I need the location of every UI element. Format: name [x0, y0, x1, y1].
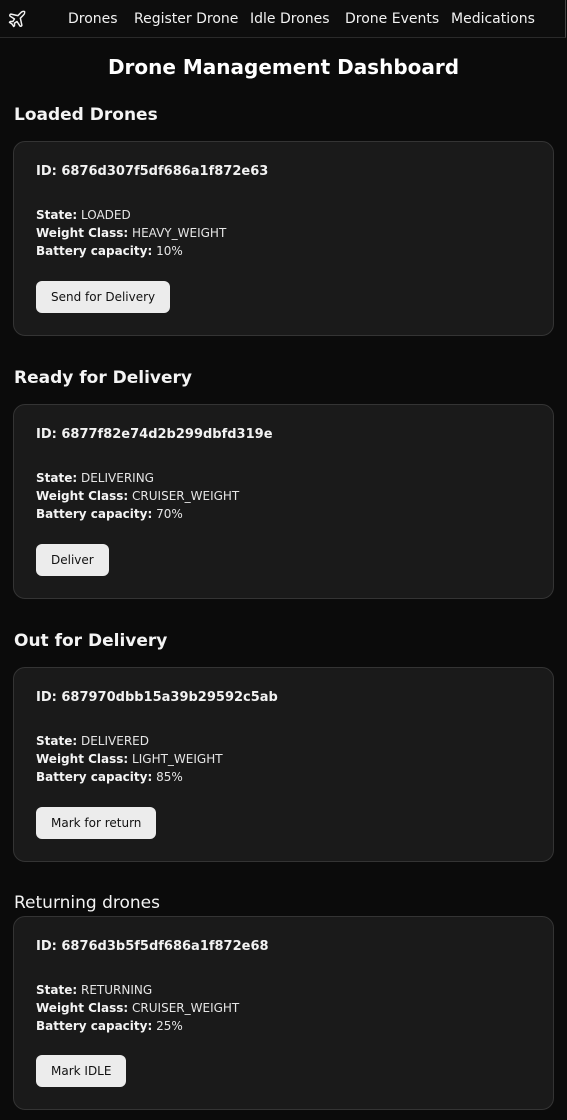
drone-battery-label: Battery capacity:: [36, 507, 153, 521]
drone-weight-class: Weight Class: HEAVY_WEIGHT: [36, 225, 226, 241]
drone-battery-value: 70%: [156, 507, 183, 521]
section-title-ready-for-delivery: Ready for Delivery: [14, 368, 193, 388]
drone-card: ID: 6876d3b5f5df686a1f872e68 State: RETU…: [13, 916, 554, 1110]
drone-weight-label: Weight Class:: [36, 752, 129, 766]
drone-id: ID: 687970dbb15a39b29592c5ab: [36, 690, 278, 706]
drone-battery-value: 85%: [156, 770, 183, 784]
drone-id: ID: 6876d3b5f5df686a1f872e68: [36, 939, 269, 955]
drone-weight-label: Weight Class:: [36, 489, 129, 503]
drone-state-value: DELIVERED: [80, 734, 149, 748]
drone-id-label: ID:: [36, 690, 57, 705]
nav-link-medications[interactable]: Medications: [451, 10, 535, 28]
drone-state: State: RETURNING: [36, 982, 152, 998]
drone-card: ID: 6876d307f5df686a1f872e63 State: LOAD…: [13, 141, 554, 336]
drone-state-label: State:: [36, 983, 78, 997]
drone-weight-value: CRUISER_WEIGHT: [132, 1001, 240, 1015]
drone-card: ID: 687970dbb15a39b29592c5ab State: DELI…: [13, 667, 554, 862]
drone-battery-value: 10%: [156, 244, 183, 258]
page-title: Drone Management Dashboard: [107, 55, 460, 79]
drone-battery: Battery capacity: 25%: [36, 1018, 183, 1034]
send-for-delivery-button[interactable]: Send for Delivery: [36, 281, 171, 313]
drone-weight-class: Weight Class: CRUISER_WEIGHT: [36, 488, 239, 504]
mark-for-return-button[interactable]: Mark for return: [36, 807, 157, 839]
drone-weight-label: Weight Class:: [36, 1001, 129, 1015]
section-title-out-for-delivery: Out for Delivery: [14, 631, 168, 651]
nav-link-drone-events[interactable]: Drone Events: [345, 10, 439, 28]
drone-id-value: 6877f82e74d2b299dbfd319e: [61, 427, 273, 442]
airplane-icon[interactable]: [7, 9, 27, 29]
drone-weight-value: CRUISER_WEIGHT: [132, 489, 240, 503]
drone-battery-label: Battery capacity:: [36, 770, 153, 784]
deliver-button[interactable]: Deliver: [36, 544, 109, 576]
drone-card: ID: 6877f82e74d2b299dbfd319e State: DELI…: [13, 404, 554, 599]
nav-link-drones[interactable]: Drones: [68, 10, 118, 28]
drone-battery-value: 25%: [156, 1019, 183, 1033]
drone-state-value: DELIVERING: [80, 471, 154, 485]
drone-state-value: RETURNING: [80, 983, 153, 997]
drone-state-label: State:: [36, 734, 78, 748]
section-title-loaded-drones: Loaded Drones: [14, 105, 158, 125]
drone-id-label: ID:: [36, 939, 57, 954]
drone-id-label: ID:: [36, 164, 57, 179]
drone-id: ID: 6876d307f5df686a1f872e63: [36, 164, 268, 180]
drone-state: State: LOADED: [36, 207, 131, 223]
drone-state: State: DELIVERED: [36, 733, 149, 749]
drone-battery: Battery capacity: 70%: [36, 506, 183, 522]
section-title-returning-drones: Returning drones: [14, 893, 161, 913]
drone-id: ID: 6877f82e74d2b299dbfd319e: [36, 427, 273, 443]
drone-state: State: DELIVERING: [36, 470, 154, 486]
drone-weight-value: HEAVY_WEIGHT: [132, 226, 227, 240]
top-navbar: Drones Register Drone Idle Drones Drone …: [0, 0, 566, 38]
mark-idle-button[interactable]: Mark IDLE: [36, 1055, 127, 1087]
drone-id-label: ID:: [36, 427, 57, 442]
drone-state-label: State:: [36, 471, 78, 485]
drone-weight-class: Weight Class: LIGHT_WEIGHT: [36, 751, 223, 767]
drone-weight-label: Weight Class:: [36, 226, 129, 240]
nav-link-idle-drones[interactable]: Idle Drones: [250, 10, 330, 28]
drone-battery: Battery capacity: 85%: [36, 769, 183, 785]
drone-id-value: 6876d307f5df686a1f872e63: [61, 164, 269, 179]
nav-link-register-drone[interactable]: Register Drone: [134, 10, 238, 28]
drone-id-value: 687970dbb15a39b29592c5ab: [61, 690, 278, 705]
drone-id-value: 6876d3b5f5df686a1f872e68: [61, 939, 269, 954]
drone-battery-label: Battery capacity:: [36, 244, 153, 258]
drone-state-label: State:: [36, 208, 78, 222]
drone-battery: Battery capacity: 10%: [36, 243, 183, 259]
drone-state-value: LOADED: [80, 208, 131, 222]
drone-weight-class: Weight Class: CRUISER_WEIGHT: [36, 1000, 239, 1016]
drone-battery-label: Battery capacity:: [36, 1019, 153, 1033]
drone-weight-value: LIGHT_WEIGHT: [132, 752, 223, 766]
